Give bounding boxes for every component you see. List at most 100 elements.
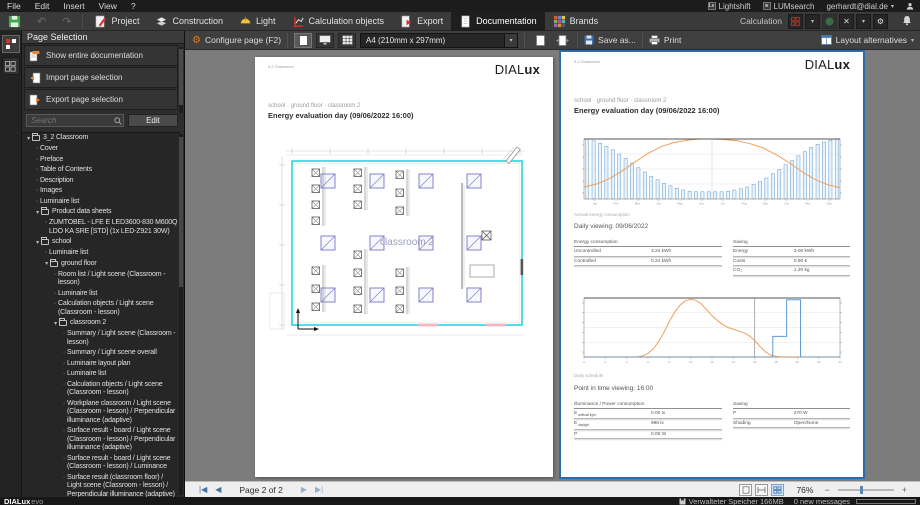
panel-scrollbar[interactable] <box>179 47 183 113</box>
menu-edit[interactable]: Edit <box>28 1 57 11</box>
tree-item[interactable]: · Table of Contents <box>22 165 180 176</box>
save-as-button[interactable]: Save as... <box>578 31 642 50</box>
tab-documentation[interactable]: Documentation <box>451 11 545 31</box>
import-page-selection-button[interactable]: Import page selection <box>24 67 178 88</box>
save-as-icon <box>584 35 594 45</box>
tree-item[interactable]: · Luminaire list <box>22 248 180 259</box>
tree-item[interactable]: · Room list / Light scene (Classroom - le… <box>22 270 180 289</box>
user-icon[interactable] <box>900 0 920 12</box>
tree-item[interactable]: · Calculation objects / Light scene (Clas… <box>22 299 180 318</box>
tree-item[interactable]: · Summary / Light scene overall <box>22 348 180 359</box>
menu-insert[interactable]: Insert <box>56 1 91 11</box>
calculation-mode-button[interactable] <box>788 13 803 29</box>
menu-help[interactable]: ? <box>124 1 143 11</box>
expand-arrow-icon[interactable]: ▾ <box>25 135 32 144</box>
account-menu[interactable]: gerhardt@dial.de ▾ <box>820 0 900 12</box>
tree-item[interactable]: · Luminaire list <box>22 369 180 380</box>
expand-arrow-icon[interactable]: ▾ <box>52 320 59 329</box>
tab-light[interactable]: Light <box>231 12 284 31</box>
tree-item[interactable]: · Surface result - board / Light scene (C… <box>22 426 180 454</box>
start-calculation-button[interactable] <box>822 13 837 29</box>
tree-folder[interactable]: ▾ ground floor <box>22 258 180 270</box>
view-single-page-button[interactable] <box>294 32 313 48</box>
expand-arrow-icon[interactable]: ▾ <box>43 260 50 269</box>
svg-text:0: 0 <box>583 360 585 364</box>
row-value: 0.00 lx <box>650 411 666 416</box>
zoom-in-button[interactable]: + <box>899 485 910 495</box>
dialux-logo: DIALux <box>494 62 540 77</box>
view-screen-button[interactable] <box>316 32 335 48</box>
tree-item[interactable]: · Workplane classroom / Light scene (Clas… <box>22 399 180 427</box>
tab-project[interactable]: Project <box>86 12 147 31</box>
zoom-slider-knob[interactable] <box>859 485 863 494</box>
tree-folder[interactable]: ▾ Product data sheets <box>22 207 180 218</box>
tree-folder[interactable]: ▾ school <box>22 237 180 248</box>
gear-icon: ⚙ <box>876 16 885 26</box>
tree-scrollbar[interactable] <box>179 134 183 495</box>
tree-item[interactable]: · Luminaire layout plan <box>22 359 180 370</box>
document-page-2-selected[interactable]: 3.2 Classroom DIALux school · ground flo… <box>559 50 865 479</box>
print-button[interactable]: Print <box>643 31 687 50</box>
expand-arrow-icon[interactable]: ▾ <box>34 209 41 218</box>
edit-button[interactable]: Edit <box>128 114 178 127</box>
tree-item[interactable]: · Luminaire list <box>22 197 180 208</box>
undo-button[interactable]: ↶ <box>29 12 54 31</box>
svg-text:4: 4 <box>626 360 628 364</box>
notifications-button[interactable] <box>894 15 920 28</box>
last-page-button[interactable]: ▶| <box>311 485 327 494</box>
page-format-select[interactable]: A4 (210mm x 297mm) ▾ <box>360 32 519 48</box>
document-page-1[interactable]: 3.2 Classroom DIALux school · ground flo… <box>255 57 553 477</box>
svg-text:classroom 2: classroom 2 <box>380 237 434 248</box>
tree-item[interactable]: · Calculation objects / Light scene (Clas… <box>22 380 180 399</box>
show-entire-documentation-button[interactable]: Show entire documentation <box>24 45 178 66</box>
tree-item[interactable]: · Description <box>22 176 180 187</box>
cancel-dropdown[interactable]: ▾ <box>856 13 871 29</box>
menu-file[interactable]: File <box>0 1 28 11</box>
tab-construction[interactable]: Construction <box>147 12 231 31</box>
tab-calculation-objects[interactable]: Calculation objects <box>284 12 393 31</box>
redo-button[interactable]: ↷ <box>54 12 79 31</box>
cancel-calculation-button[interactable]: ✕ <box>839 13 854 29</box>
multi-page-icon <box>773 485 782 494</box>
save-button[interactable] <box>0 12 29 31</box>
tree-item[interactable]: · Images <box>22 186 180 197</box>
zoom-out-button[interactable]: − <box>821 485 832 495</box>
tree-item[interactable]: · Summary / Light scene (Classroom - less… <box>22 329 180 348</box>
table-header: Energy consumption <box>574 238 722 247</box>
duplicate-page-button[interactable] <box>553 33 571 48</box>
tree-item[interactable]: · Preface <box>22 155 180 166</box>
multi-page-view-button[interactable] <box>771 483 785 496</box>
tree-item[interactable]: · Surface result (classroom floor) / Ligh… <box>22 473 180 498</box>
settings-button[interactable]: ⚙ <box>873 13 888 29</box>
zoom-slider[interactable] <box>837 485 894 494</box>
messages-status[interactable]: 0 new messages <box>794 497 850 505</box>
fit-width-button[interactable] <box>755 483 769 496</box>
tree-folder[interactable]: ▾ classroom 2 <box>22 318 180 329</box>
search-input[interactable] <box>26 114 124 127</box>
lumsearch-button[interactable]: ≋ LUMsearch <box>757 0 821 12</box>
fit-page-button[interactable] <box>739 483 753 496</box>
calculation-mode-dropdown[interactable]: ▾ <box>805 13 820 29</box>
row-value: 1.20 kg <box>793 268 810 273</box>
folder-icon <box>41 207 49 215</box>
views-tool-button[interactable] <box>1 57 20 75</box>
expand-arrow-icon[interactable]: ▾ <box>34 239 41 248</box>
tab-export[interactable]: Export <box>392 12 451 31</box>
export-page-selection-button[interactable]: Export page selection <box>24 89 178 110</box>
first-page-button[interactable]: |◀ <box>195 485 211 494</box>
tree-item[interactable]: · ZUMTOBEL - LFE E LED3600-830 M600Q LDO … <box>22 218 180 237</box>
tab-brands[interactable]: Brands <box>545 12 607 31</box>
next-page-button[interactable]: ▶ <box>297 485 311 494</box>
tree-item[interactable]: · Luminaire list <box>22 289 180 300</box>
previous-page-button[interactable]: ◀ <box>211 485 225 494</box>
tree-item[interactable]: · Surface result - board / Light scene (C… <box>22 454 180 473</box>
add-page-button[interactable] <box>531 33 549 48</box>
page-selection-tool-button[interactable] <box>1 35 20 53</box>
layout-alternatives-button[interactable]: Layout alternatives ▾ <box>815 31 920 50</box>
lightshift-button[interactable]: Ls Lightshift <box>702 0 757 12</box>
configure-page-button[interactable]: ⚙ Configure page (F2) <box>186 31 287 50</box>
view-table-button[interactable] <box>338 32 357 48</box>
tree-folder[interactable]: ▾ 3_2 Classroom <box>22 133 180 144</box>
menu-view[interactable]: View <box>92 1 124 11</box>
tree-item[interactable]: · Cover <box>22 144 180 155</box>
